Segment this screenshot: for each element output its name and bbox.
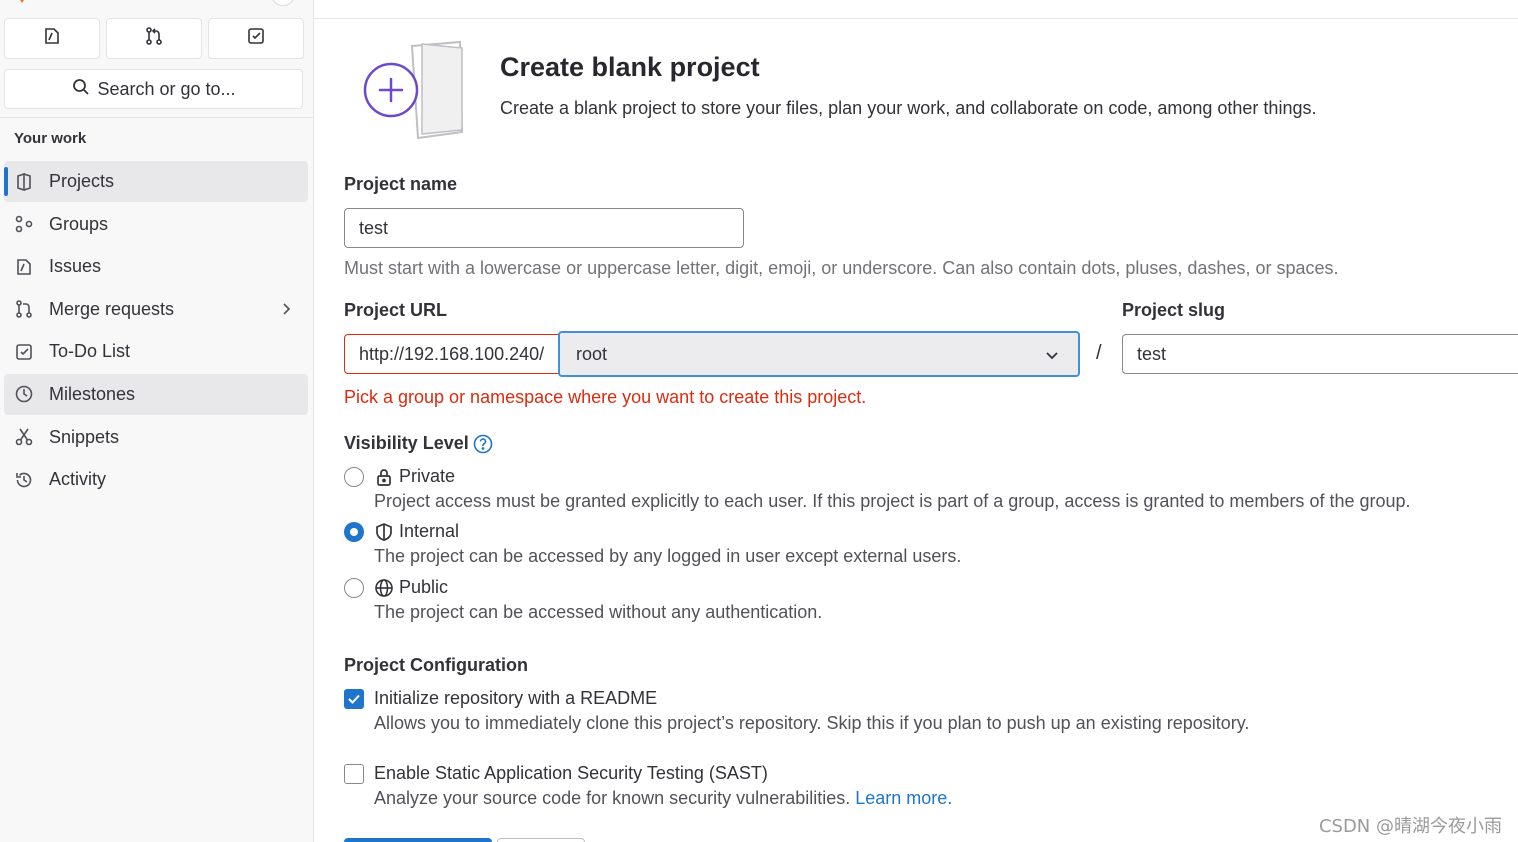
todo-shortcut-button[interactable]: [208, 18, 304, 59]
main-content: Create blank project Create a blank proj…: [314, 0, 1518, 842]
readme-label: Initialize repository with a README: [374, 688, 658, 708]
project-name-input[interactable]: test: [344, 208, 744, 248]
lock-icon: [374, 467, 394, 487]
visibility-public-option[interactable]: Public: [344, 577, 448, 598]
issues-shortcut-button[interactable]: [4, 18, 100, 59]
visibility-level-label: Visibility Level: [344, 433, 469, 453]
project-slug-label: Project slug: [1122, 300, 1226, 320]
brand-logo-fragment: [16, 0, 28, 4]
sast-option[interactable]: Enable Static Application Security Testi…: [344, 763, 768, 784]
globe-icon: [374, 578, 394, 598]
visibility-internal-help: The project can be accessed by any logge…: [374, 546, 962, 566]
merge-request-icon: [14, 299, 34, 319]
visibility-internal-label: Internal: [399, 521, 460, 541]
sidebar-item-label: Projects: [49, 171, 115, 191]
project-url-label: Project URL: [344, 300, 448, 320]
readme-option[interactable]: Initialize repository with a README: [344, 688, 657, 709]
project-icon: [14, 172, 34, 192]
create-project-button[interactable]: [344, 838, 492, 842]
page-title: Create blank project: [500, 52, 760, 82]
sidebar-item-label: Activity: [49, 469, 107, 490]
visibility-private-radio[interactable]: [344, 466, 364, 487]
chevron-right-icon[interactable]: [278, 301, 294, 317]
visibility-private-help: Project access must be granted explicitl…: [374, 491, 1411, 511]
readme-checkbox[interactable]: [344, 688, 364, 709]
sidebar-item-todo-list[interactable]: To-Do List: [4, 331, 308, 372]
blank-project-illustration: [362, 40, 482, 140]
visibility-public-label: Public: [399, 577, 449, 597]
sidebar-item-label: Merge requests: [49, 298, 175, 319]
url-separator: /: [1096, 342, 1102, 364]
issues-icon: [42, 26, 62, 51]
namespace-value: root: [576, 343, 608, 364]
readme-help: Allows you to immediately clone this pro…: [374, 713, 1250, 733]
todo-icon: [14, 342, 34, 362]
sast-help-row: Analyze your source code for known secur…: [374, 788, 952, 809]
merge-requests-shortcut-button[interactable]: [106, 18, 202, 59]
cancel-button[interactable]: [497, 838, 585, 842]
clock-icon: [14, 384, 34, 404]
sidebar-item-activity[interactable]: Activity: [4, 459, 308, 500]
sidebar-section-title: Your work: [14, 130, 87, 147]
sast-checkbox[interactable]: [344, 763, 364, 784]
project-name-help: Must start with a lowercase or uppercase…: [344, 258, 1339, 278]
issues-icon: [14, 257, 34, 277]
sast-learn-more-link[interactable]: Learn more.: [855, 788, 952, 808]
sidebar-item-groups[interactable]: Groups: [4, 204, 308, 245]
visibility-level-heading: Visibility Level: [344, 433, 493, 454]
sast-help: Analyze your source code for known secur…: [374, 788, 851, 808]
merge-request-icon: [144, 26, 164, 51]
todo-icon: [246, 26, 266, 51]
page-description: Create a blank project to store your fil…: [500, 98, 1317, 118]
sidebar-item-merge-requests[interactable]: Merge requests: [4, 289, 308, 330]
header-divider: [314, 18, 1518, 19]
quick-actions: [4, 18, 304, 59]
group-icon: [14, 214, 34, 234]
watermark: CSDN @晴湖今夜小雨: [1318, 816, 1502, 837]
namespace-select[interactable]: root: [558, 331, 1080, 377]
visibility-internal-radio[interactable]: [344, 521, 364, 542]
sidebar: Search or go to... Your work Projects Gr…: [0, 0, 314, 842]
sast-label: Enable Static Application Security Testi…: [374, 763, 768, 783]
visibility-private-label: Private: [399, 466, 456, 486]
sidebar-item-issues[interactable]: Issues: [4, 246, 308, 287]
sidebar-item-label: Milestones: [49, 383, 136, 404]
sidebar-item-label: Groups: [49, 213, 109, 234]
sidebar-item-label: To-Do List: [49, 341, 131, 362]
sidebar-nav: Projects Groups Issues Merge requests To…: [4, 161, 308, 502]
project-slug-input[interactable]: test: [1122, 334, 1518, 374]
project-configuration-label: Project Configuration: [344, 655, 528, 675]
visibility-private-option[interactable]: Private: [344, 466, 455, 487]
visibility-public-radio[interactable]: [344, 577, 364, 598]
chevron-down-icon: [1044, 347, 1060, 363]
visibility-public-help: The project can be accessed without any …: [374, 602, 823, 622]
shield-icon: [374, 522, 394, 542]
project-name-label: Project name: [344, 174, 458, 194]
sidebar-item-label: Issues: [49, 256, 102, 277]
active-indicator: [4, 167, 8, 196]
visibility-internal-option[interactable]: Internal: [344, 521, 459, 542]
search-button[interactable]: Search or go to...: [4, 69, 303, 109]
sidebar-item-label: Snippets: [49, 426, 120, 447]
sidebar-item-projects[interactable]: Projects: [4, 161, 308, 202]
search-label: Search or go to...: [97, 78, 236, 99]
sidebar-item-snippets[interactable]: Snippets: [4, 417, 308, 458]
sidebar-divider: [0, 117, 313, 118]
question-circle-icon[interactable]: [473, 434, 493, 454]
avatar[interactable]: [272, 0, 294, 6]
search-icon: [71, 77, 91, 102]
history-icon: [14, 470, 34, 490]
scissors-icon: [14, 427, 34, 447]
sidebar-item-milestones[interactable]: Milestones: [4, 373, 308, 415]
project-url-prefix: http://192.168.100.240/: [344, 334, 560, 374]
namespace-error: Pick a group or namespace where you want…: [344, 387, 867, 407]
